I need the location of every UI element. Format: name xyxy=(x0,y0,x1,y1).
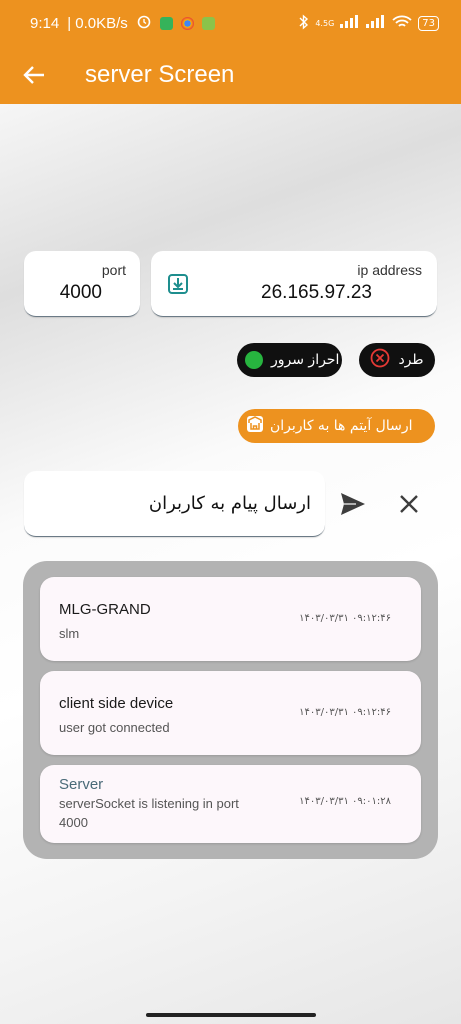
list-item[interactable]: Server serverSocket is listening in port… xyxy=(40,765,421,843)
list-item[interactable]: client side device user got connected ۱۴… xyxy=(40,671,421,755)
status-time: 9:14 xyxy=(30,14,60,32)
log-time: ۱۴۰۳/۰۳/۳۱ ۰۹:۱۲:۴۶ xyxy=(299,707,391,718)
port-label: port xyxy=(101,262,126,278)
page-title: server Screen xyxy=(85,61,235,88)
send-items-label: ارسال آیتم ها به کاربران xyxy=(270,418,413,434)
ip-label: ip address xyxy=(357,262,422,278)
log-time: ۱۴۰۳/۰۳/۳۱ ۰۹:۱۲:۴۶ xyxy=(299,613,391,624)
reject-label: طرد xyxy=(398,352,424,368)
send-items-button[interactable]: ارسال آیتم ها به کاربران xyxy=(238,409,435,443)
server-auth-label: احراز سرور xyxy=(271,352,340,368)
ip-value[interactable]: 26.165.97.23 xyxy=(261,282,372,304)
alarm-icon xyxy=(136,13,152,33)
message-input[interactable]: ارسال پیام به کاربران xyxy=(24,471,325,537)
back-button[interactable] xyxy=(14,55,54,95)
log-subtitle: slm xyxy=(59,626,80,641)
home-indicator[interactable] xyxy=(146,1013,316,1017)
port-field[interactable]: port 4000 xyxy=(24,251,140,317)
net-speed: | 0.0KB/s xyxy=(67,14,128,32)
message-input-value[interactable]: ارسال پیام به کاربران xyxy=(149,493,311,514)
app-bar: server Screen xyxy=(0,46,461,104)
app-header: 9:14 | 0.0KB/s 4.5G 73 server Screen xyxy=(0,0,461,104)
log-subtitle: serverSocket is listening in port 4000 xyxy=(59,796,239,830)
port-value[interactable]: 4000 xyxy=(60,282,102,304)
log-title: MLG-GRAND xyxy=(59,601,151,618)
list-item[interactable]: MLG-GRAND slm ۱۴۰۳/۰۳/۳۱ ۰۹:۱۲:۴۶ xyxy=(40,577,421,661)
wifi-icon xyxy=(392,15,412,32)
log-panel: MLG-GRAND slm ۱۴۰۳/۰۳/۳۱ ۰۹:۱۲:۴۶ client… xyxy=(23,561,438,859)
signal-icon-2 xyxy=(366,15,386,31)
ip-address-field[interactable]: ip address 26.165.97.23 xyxy=(151,251,437,317)
server-auth-button[interactable]: احراز سرور xyxy=(237,343,342,377)
app-notification-icon xyxy=(159,16,173,30)
log-title: Server xyxy=(59,776,104,793)
network-type: 4.5G xyxy=(315,18,335,28)
status-bar: 9:14 | 0.0KB/s 4.5G 73 xyxy=(0,0,461,46)
log-subtitle: user got connected xyxy=(59,720,170,735)
log-title: client side device xyxy=(59,695,174,712)
chrome-icon xyxy=(180,16,194,30)
battery-indicator: 73 xyxy=(418,15,439,31)
arrow-left-icon xyxy=(23,66,44,84)
signal-icon xyxy=(340,15,360,31)
send-icon[interactable] xyxy=(339,491,367,517)
status-dot-icon xyxy=(245,351,263,369)
log-time: ۱۴۰۳/۰۳/۳۱ ۰۹:۰۱:۲۸ xyxy=(299,796,391,807)
app-notification-icon-2 xyxy=(201,16,215,30)
close-circle-icon xyxy=(370,348,390,372)
bluetooth-icon xyxy=(299,13,309,33)
close-icon[interactable] xyxy=(398,493,420,515)
store-icon xyxy=(246,415,264,437)
reject-button[interactable]: طرد xyxy=(359,343,435,377)
download-icon[interactable] xyxy=(167,273,189,295)
